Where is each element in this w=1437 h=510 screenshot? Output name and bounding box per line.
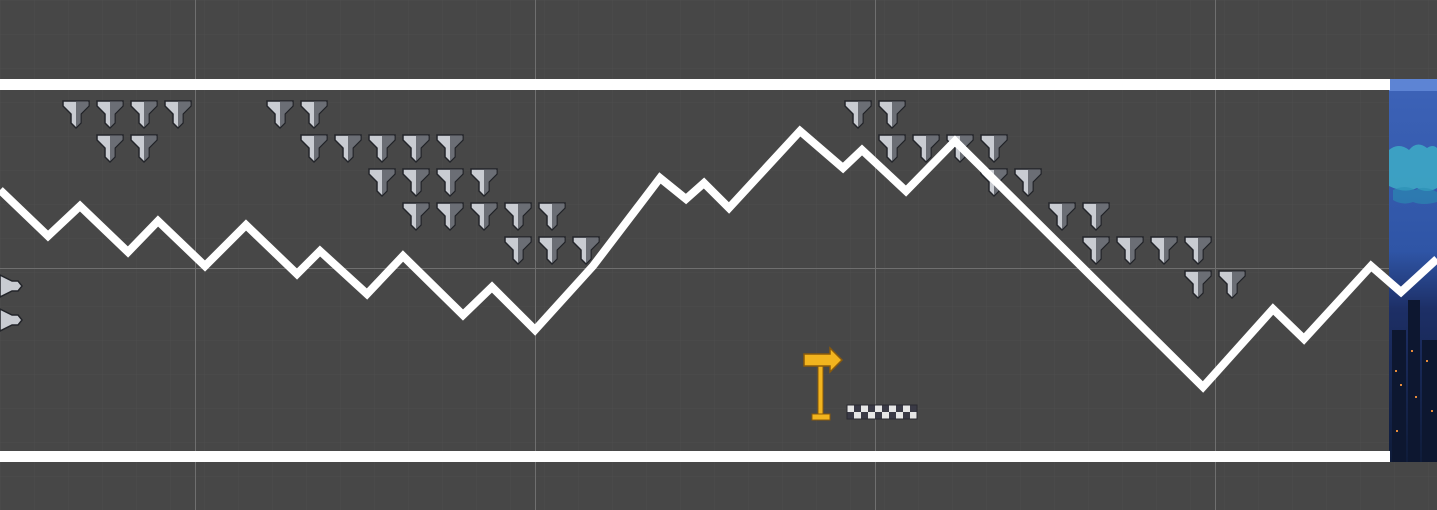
preview-window-3 [1411,350,1413,352]
checker-cell [903,412,910,419]
checker-cell [875,405,882,412]
ceiling-boundary[interactable] [0,79,1390,90]
preview-window-6 [1431,410,1433,412]
preview-window-4 [1415,396,1417,398]
preview-window-2 [1400,384,1402,386]
checker-cell [896,405,903,412]
checker-cell [861,405,868,412]
checker-cell [875,412,882,419]
checker-cell [854,405,861,412]
preview-building-2 [1408,300,1420,462]
checker-cell [847,405,854,412]
signpost-pole [817,365,824,417]
preview-clouds [1389,144,1437,191]
checkered-finish[interactable] [846,404,918,420]
preview-building-1 [1392,330,1406,462]
checker-cell [910,412,917,419]
checker-cell [882,405,889,412]
preview-building-3 [1422,340,1437,462]
checker-cell [868,405,875,412]
checker-cell [861,412,868,419]
scene-view[interactable] [0,0,1437,510]
preview-top-band [1389,79,1437,91]
checker-cell [903,405,910,412]
checker-cell [896,412,903,419]
checker-cell [889,405,896,412]
preview-window-5 [1426,360,1428,362]
checker-cell [910,405,917,412]
checker-cell [847,412,854,419]
checker-cell [889,412,896,419]
preview-window-7 [1396,430,1398,432]
floor-boundary[interactable] [0,451,1390,462]
checker-cell [882,412,889,419]
preview-window-1 [1395,370,1397,372]
signpost-base [811,413,831,421]
checker-cell [854,412,861,419]
checker-cell [868,412,875,419]
